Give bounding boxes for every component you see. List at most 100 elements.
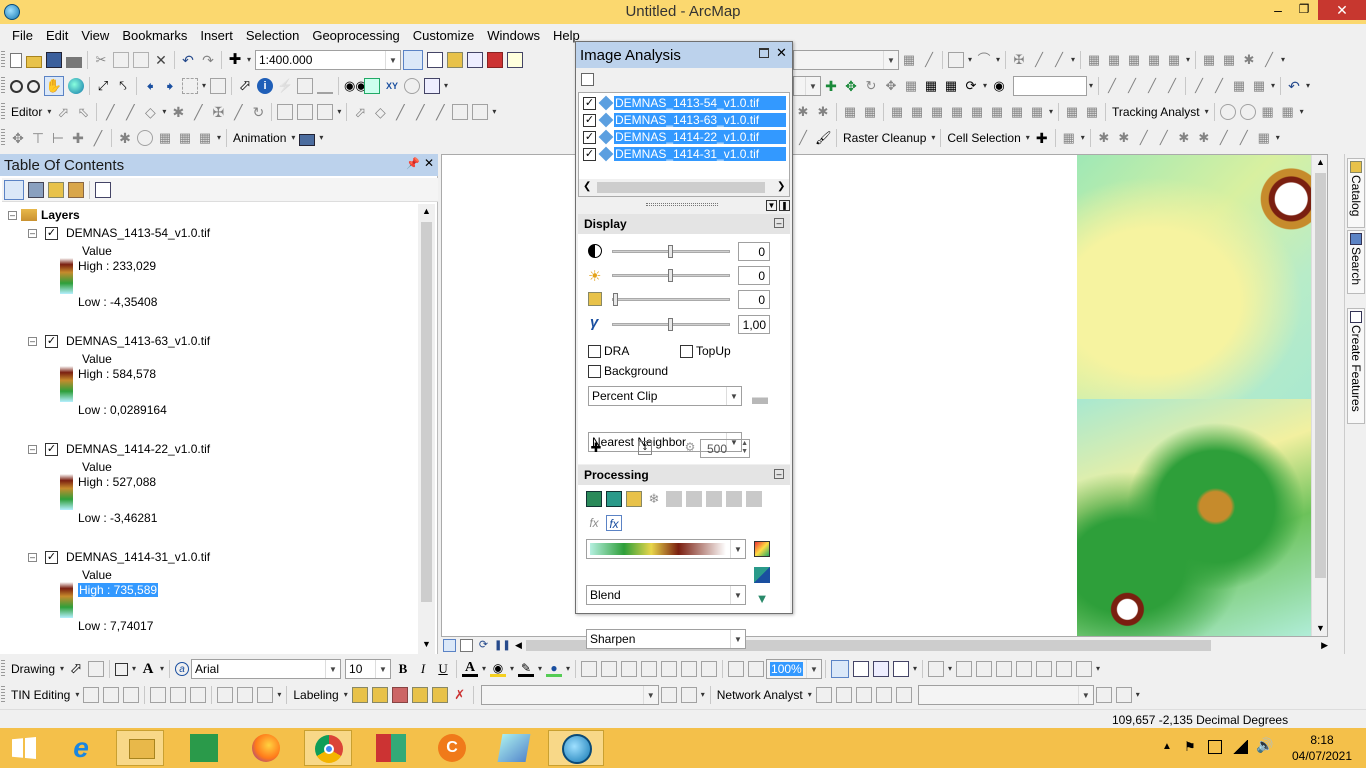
blend-select[interactable]: Blend ▼ xyxy=(586,585,746,605)
layer-row-2[interactable]: – ✓ DEMNAS_1413-63_v1.0.tif xyxy=(28,334,210,348)
validate-icon[interactable] xyxy=(452,104,469,120)
toolbar-grip[interactable] xyxy=(1,51,5,69)
cut-icon[interactable]: ✂ xyxy=(93,52,109,68)
control-points-icon[interactable]: ✥ xyxy=(843,78,859,94)
trace-icon[interactable]: ╱ xyxy=(122,104,138,120)
ia-layer-checkbox[interactable]: ✓ xyxy=(583,130,596,144)
ia-list-hscroll-thumb[interactable] xyxy=(597,182,765,193)
transparency-slider-thumb[interactable] xyxy=(613,293,618,306)
tool-r5-icon[interactable] xyxy=(1016,661,1033,677)
cogo-f-icon[interactable]: ╱ xyxy=(1211,78,1227,94)
html-popup-icon[interactable] xyxy=(297,78,313,94)
vector-f-icon[interactable]: ✱ xyxy=(1196,130,1212,146)
map-tool-c-icon[interactable]: ✱ xyxy=(1241,52,1257,68)
brightness-value[interactable]: 0 xyxy=(738,266,770,285)
georef-extra-icon[interactable]: ◉ xyxy=(991,78,1007,94)
zoom-out-icon[interactable] xyxy=(27,79,40,93)
map-vscroll-thumb[interactable] xyxy=(1315,173,1326,578)
reproject-icon[interactable] xyxy=(726,491,742,507)
topo-b-icon[interactable]: ✱ xyxy=(815,104,831,120)
layer-row-3[interactable]: – ✓ DEMNAS_1414-22_v1.0.tif xyxy=(28,442,210,456)
tin-b-icon[interactable] xyxy=(103,687,120,703)
ia-layer-checkbox[interactable]: ✓ xyxy=(583,113,596,127)
save-icon[interactable] xyxy=(46,52,62,68)
collapse-processing-icon[interactable]: – xyxy=(774,469,784,479)
topo-c-icon[interactable]: ▦ xyxy=(842,104,858,120)
stretch-type-select[interactable]: Percent Clip ▼ xyxy=(588,386,742,406)
contrast-value[interactable]: 0 xyxy=(738,242,770,261)
select-features-icon[interactable] xyxy=(182,78,198,94)
table-tool-icon[interactable]: ▦ xyxy=(197,130,213,146)
coords-a-icon[interactable]: ▦ xyxy=(1086,52,1102,68)
tool-r8-icon[interactable] xyxy=(1076,661,1093,677)
dra-checkbox[interactable] xyxy=(588,344,601,358)
layout-page-icon[interactable] xyxy=(831,660,850,678)
layout-i-icon[interactable] xyxy=(748,661,765,677)
cogo-d-icon[interactable]: ╱ xyxy=(1164,78,1180,94)
layer-visibility-checkbox[interactable]: ✓ xyxy=(45,334,58,348)
new-document-icon[interactable] xyxy=(10,52,22,68)
function-editor-icon[interactable]: fx xyxy=(606,515,622,531)
display-section-header[interactable]: Display – xyxy=(578,214,790,234)
toc-scrollbar[interactable]: ▲ ▼ xyxy=(418,204,435,654)
refresh-view-icon[interactable]: ⟳ xyxy=(477,639,490,652)
tool-r1-icon[interactable] xyxy=(928,661,945,677)
side-tab-catalog[interactable]: Catalog xyxy=(1347,158,1365,228)
reshape-edge-icon[interactable]: ╱ xyxy=(432,104,448,120)
volume-icon[interactable]: 🔊 xyxy=(1256,737,1273,754)
pansharpen-icon[interactable] xyxy=(706,491,722,507)
layer-options-icon[interactable] xyxy=(581,73,594,86)
paste-icon[interactable] xyxy=(133,52,149,68)
fixed-zoom-in-icon[interactable]: ⤢ xyxy=(95,78,111,94)
background-checkbox-row[interactable]: Background xyxy=(588,364,668,378)
orthorectify-icon[interactable] xyxy=(686,491,702,507)
shaded-relief-icon[interactable]: ❄ xyxy=(646,491,662,507)
data-driven-pages-icon[interactable] xyxy=(893,661,910,677)
label-tool-b-icon[interactable] xyxy=(680,687,697,703)
split-icon[interactable]: ╱ xyxy=(230,104,246,120)
sharpen-select[interactable]: Sharpen ▼ xyxy=(586,629,746,649)
hscroll-right-icon[interactable]: ▶ xyxy=(1321,640,1328,651)
snap-end-icon[interactable]: ✚ xyxy=(70,130,86,146)
topo-l-icon[interactable]: ▦ xyxy=(1029,104,1045,120)
labeling-combo[interactable]: ▼ xyxy=(480,685,659,705)
georef-layer-combo[interactable]: ▼ xyxy=(793,76,821,96)
marker-color-icon[interactable]: ● xyxy=(546,661,563,677)
layout-f-icon[interactable] xyxy=(681,661,698,677)
vector-a-icon[interactable]: ✱ xyxy=(1096,130,1112,146)
georef-shift-icon[interactable]: ✥ xyxy=(883,78,899,94)
create-viewer-icon[interactable] xyxy=(424,78,440,94)
topo-d-icon[interactable]: ▦ xyxy=(862,104,878,120)
network-g-icon[interactable] xyxy=(1115,687,1132,703)
blend-apply-icon[interactable] xyxy=(754,567,770,583)
pin-icon[interactable]: 📌 xyxy=(406,157,420,170)
point-icon[interactable]: ◇ xyxy=(142,104,158,120)
georef-tool-b-icon[interactable]: ╱ xyxy=(921,52,937,68)
print-icon[interactable] xyxy=(66,56,82,68)
toc-window-icon[interactable] xyxy=(427,52,443,68)
cell-selection-menu[interactable]: Cell Selection xyxy=(947,131,1020,145)
select-elements-arrow-icon[interactable]: ⬀ xyxy=(68,661,84,677)
ia-collapse-all-icon[interactable]: ▼ xyxy=(766,200,777,211)
measure-icon[interactable] xyxy=(317,78,333,94)
text-tool-icon[interactable]: A xyxy=(140,661,156,677)
flag-icon[interactable]: ⚑ xyxy=(1184,739,1196,755)
find-binoculars-icon[interactable]: ◉◉ xyxy=(344,78,367,94)
full-extent-icon[interactable] xyxy=(68,78,84,94)
collapse-display-icon[interactable]: – xyxy=(774,218,784,228)
add-function-icon[interactable]: ✚ xyxy=(588,440,604,456)
find-route-icon[interactable] xyxy=(364,78,380,94)
lock-labels-icon[interactable] xyxy=(411,687,428,703)
layout-e-icon[interactable] xyxy=(661,661,678,677)
ia-layer-row[interactable]: ✓ DEMNAS_1414-22_v1.0.tif xyxy=(583,129,786,145)
cut-polygons-icon[interactable]: ✠ xyxy=(210,104,226,120)
contrast-slider[interactable] xyxy=(612,245,730,258)
georef-rotate-icon[interactable]: ↻ xyxy=(863,78,879,94)
image-analysis-title-bar[interactable]: Image Analysis ✕ xyxy=(576,42,792,68)
network-combo[interactable]: ▼ xyxy=(917,685,1094,705)
side-tab-create-features[interactable]: Create Features xyxy=(1347,308,1365,424)
composite-bands-icon[interactable] xyxy=(626,491,642,507)
brush-icon[interactable]: 🖌 xyxy=(815,130,832,146)
refresh-georef-icon[interactable]: ⟳ xyxy=(963,78,979,94)
brightness-slider-thumb[interactable] xyxy=(668,269,673,282)
